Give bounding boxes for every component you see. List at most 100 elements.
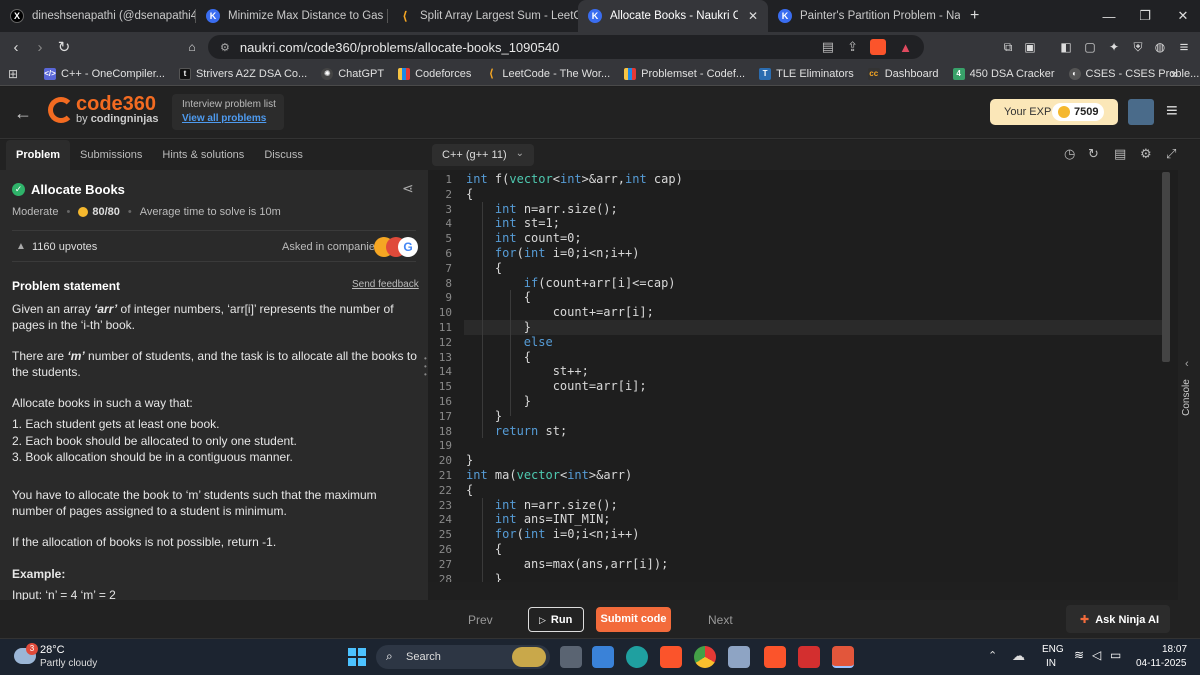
leo-ai-icon[interactable]: ✦ bbox=[1104, 37, 1124, 57]
clock-date[interactable]: 04-11-2025 bbox=[1136, 658, 1186, 669]
code-line[interactable]: ans=max(ans,arr[i]); bbox=[466, 557, 669, 571]
menu-icon[interactable]: ≡ bbox=[1174, 37, 1194, 57]
code-line[interactable]: int ma(vector<int>&arr) bbox=[466, 468, 632, 482]
editor-scrollbar[interactable] bbox=[1162, 172, 1170, 362]
tab-discuss[interactable]: Discuss bbox=[254, 140, 313, 170]
chrome-icon[interactable] bbox=[694, 646, 716, 668]
task-view-icon[interactable] bbox=[560, 646, 582, 668]
profile-icon[interactable]: ◍ bbox=[1150, 37, 1170, 57]
keyboard-app-icon[interactable] bbox=[728, 646, 750, 668]
code360-logo-icon[interactable] bbox=[48, 97, 74, 123]
bookmark-tle[interactable]: T TLE Eliminators bbox=[759, 67, 854, 80]
weather-desc[interactable]: Partly cloudy bbox=[40, 658, 97, 669]
view-all-problems-link[interactable]: View all problems bbox=[182, 113, 266, 124]
exp-badge[interactable]: Your EXP 7509 bbox=[990, 99, 1118, 125]
code-line[interactable]: st++; bbox=[466, 364, 589, 378]
code-line[interactable]: { bbox=[466, 350, 531, 364]
bookmark-leetcode[interactable]: ⟨ LeetCode - The Wor... bbox=[485, 68, 610, 81]
code-line[interactable]: int ans=INT_MIN; bbox=[466, 512, 611, 526]
code-line[interactable]: count+=arr[i]; bbox=[466, 305, 654, 319]
console-label[interactable]: Console bbox=[1181, 379, 1192, 416]
code-line[interactable]: } bbox=[466, 394, 531, 408]
edge-icon[interactable] bbox=[626, 646, 648, 668]
chevron-left-icon[interactable]: ‹ bbox=[1185, 358, 1189, 370]
code-line[interactable]: { bbox=[466, 187, 473, 201]
browser-tab-gas-station[interactable]: K Minimize Max Distance to Gas Station bbox=[196, 0, 388, 32]
submit-code-button[interactable]: Submit code bbox=[596, 607, 671, 632]
bookmark-icon[interactable]: ⌂ bbox=[182, 37, 202, 57]
code-line[interactable]: } bbox=[466, 320, 531, 334]
send-feedback-link[interactable]: Send feedback bbox=[352, 279, 419, 290]
ask-ninja-ai-button[interactable]: ✚ Ask Ninja AI bbox=[1066, 605, 1170, 633]
hamburger-menu-icon[interactable]: ≡ bbox=[1166, 100, 1178, 123]
browser-tab-painter[interactable]: K Painter's Partition Problem - Naukri C bbox=[768, 0, 960, 32]
address-bar[interactable]: ⚙ naukri.com/code360/problems/allocate-b… bbox=[208, 35, 924, 59]
battery-icon[interactable]: ▭ bbox=[1110, 648, 1121, 662]
screenshot-icon[interactable]: ▣ bbox=[1020, 37, 1040, 57]
reset-code-icon[interactable]: ↻ bbox=[1088, 146, 1099, 162]
bookmark-strivers[interactable]: t Strivers A2Z DSA Co... bbox=[178, 67, 307, 80]
user-avatar[interactable] bbox=[1128, 99, 1154, 125]
layout-icon[interactable]: ▤ bbox=[1114, 146, 1126, 162]
code-line[interactable]: for(int i=0;i<n;i++) bbox=[466, 246, 640, 260]
code-line[interactable]: } bbox=[466, 572, 502, 582]
language-indicator[interactable]: ENG bbox=[1042, 644, 1064, 655]
code-line[interactable]: if(count+arr[i]<=cap) bbox=[466, 276, 676, 290]
code-line[interactable]: { bbox=[466, 290, 531, 304]
back-icon[interactable]: ‹ bbox=[6, 37, 26, 57]
code-line[interactable]: int count=0; bbox=[466, 231, 582, 245]
close-tab-icon[interactable]: ✕ bbox=[748, 9, 758, 23]
brave-shield-icon[interactable] bbox=[870, 39, 886, 55]
region-indicator[interactable]: IN bbox=[1046, 658, 1056, 669]
code-line[interactable]: } bbox=[466, 453, 473, 467]
volume-icon[interactable]: ◁ bbox=[1092, 648, 1101, 662]
more-bookmarks-icon[interactable]: » bbox=[1171, 66, 1178, 81]
sidebar-icon[interactable]: ◧ bbox=[1056, 37, 1076, 57]
settings-gear-icon[interactable]: ⚙ bbox=[1140, 146, 1152, 162]
brave-beta-icon[interactable] bbox=[764, 646, 786, 668]
extensions-icon[interactable]: ⧉ bbox=[998, 37, 1018, 57]
bookmark-dashboard[interactable]: cc Dashboard bbox=[867, 67, 939, 80]
share-icon[interactable]: ⇪ bbox=[847, 39, 858, 55]
upvote-icon[interactable]: ▲ bbox=[16, 241, 26, 252]
site-info-icon[interactable]: ⚙ bbox=[220, 41, 230, 54]
code-line[interactable]: int st=1; bbox=[466, 216, 560, 230]
code-line[interactable]: { bbox=[466, 483, 473, 497]
brave-icon[interactable] bbox=[660, 646, 682, 668]
tab-submissions[interactable]: Submissions bbox=[70, 140, 152, 170]
new-tab-button[interactable]: + bbox=[960, 0, 990, 32]
wifi-icon[interactable]: ≋ bbox=[1074, 648, 1084, 662]
bookmark-cses[interactable]: ◐ CSES - CSES Proble... bbox=[1068, 67, 1199, 80]
language-select[interactable]: C++ (g++ 11) ⌄ bbox=[432, 144, 534, 166]
forward-icon[interactable]: › bbox=[30, 37, 50, 57]
fullscreen-icon[interactable]: ⤢ bbox=[1166, 146, 1176, 162]
prev-button[interactable]: Prev bbox=[468, 613, 493, 627]
code-line[interactable]: int n=arr.size(); bbox=[466, 202, 618, 216]
bookmark-450dsa[interactable]: 4 450 DSA Cracker bbox=[952, 67, 1055, 80]
browser-tab-x[interactable]: X dineshsenapathi (@dsenapathi4) / X bbox=[0, 0, 196, 32]
bookmark-problemset[interactable]: Problemset - Codef... bbox=[624, 67, 745, 80]
code-line[interactable]: count=arr[i]; bbox=[466, 379, 647, 393]
vpn-icon[interactable]: ⛨ bbox=[1128, 37, 1148, 57]
code-line[interactable]: int n=arr.size(); bbox=[466, 498, 618, 512]
weather-temp[interactable]: 28°C bbox=[40, 644, 65, 656]
acrobat-icon[interactable] bbox=[798, 646, 820, 668]
browser-tab-allocate-books[interactable]: K Allocate Books - Naukri Code 360 ✕ bbox=[578, 0, 768, 32]
windows-start-icon[interactable] bbox=[348, 648, 366, 666]
google-logo-icon[interactable]: G bbox=[398, 237, 418, 257]
clock-time[interactable]: 18:07 bbox=[1162, 644, 1187, 655]
reload-icon[interactable]: ↻ bbox=[54, 37, 74, 57]
taskbar-search[interactable]: ⌕ Search bbox=[376, 645, 550, 669]
browser-tab-leetcode[interactable]: ⟨ Split Array Largest Sum - LeetCode bbox=[388, 0, 578, 32]
brave-nightly-icon[interactable] bbox=[832, 646, 854, 668]
tray-chevron-icon[interactable]: ⌃ bbox=[988, 649, 997, 662]
run-button[interactable]: ▷ Run bbox=[528, 607, 584, 632]
back-arrow-icon[interactable]: ← bbox=[14, 103, 32, 124]
wallet-icon[interactable]: ▢ bbox=[1080, 37, 1100, 57]
bookmark-codeforces[interactable]: Codeforces bbox=[398, 67, 471, 80]
close-window-icon[interactable]: ✕ bbox=[1160, 0, 1200, 32]
tab-hints[interactable]: Hints & solutions bbox=[152, 140, 254, 170]
next-button[interactable]: Next bbox=[708, 613, 733, 627]
share-icon[interactable]: ⋖ bbox=[402, 180, 414, 197]
store-icon[interactable] bbox=[592, 646, 614, 668]
